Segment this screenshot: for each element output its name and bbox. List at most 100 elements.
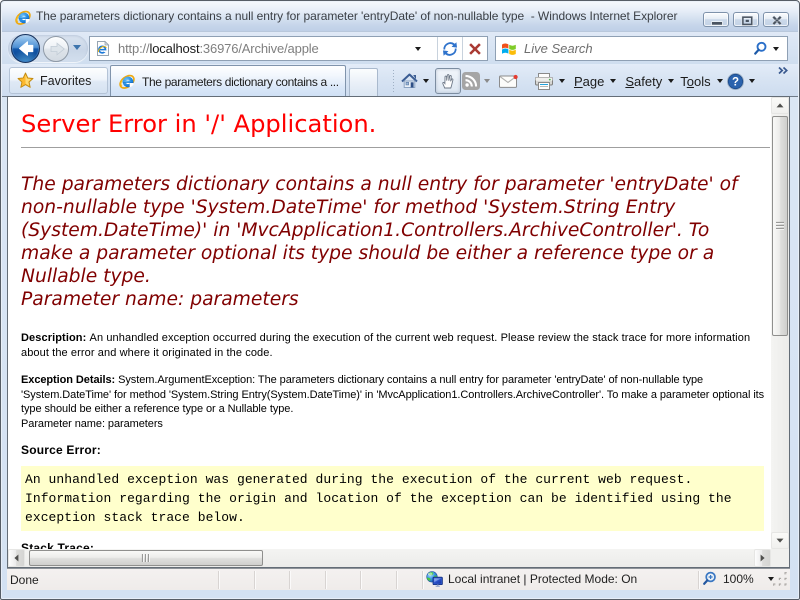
search-icon[interactable]: [752, 40, 769, 57]
description-text: An unhandled exception occurred during t…: [21, 332, 750, 359]
mail-icon: [498, 73, 519, 89]
horizontal-scroll-thumb[interactable]: [29, 550, 263, 566]
exception-details-section: Exception Details: System.ArgumentExcept…: [21, 373, 771, 431]
active-tab[interactable]: The parameters dictionary contains a ...: [110, 65, 346, 97]
tools-menu[interactable]: Tools: [680, 68, 722, 94]
forward-arrow-icon: [44, 37, 68, 61]
recent-pages-dropdown[interactable]: [73, 45, 81, 50]
page-menu[interactable]: Page: [574, 68, 616, 94]
description-section: Description: An unhandled exception occu…: [21, 331, 766, 360]
safety-menu-label: Safety: [625, 74, 662, 89]
intranet-zone-icon: [426, 571, 443, 587]
hand-tool-button[interactable]: [435, 68, 461, 94]
scroll-up-button[interactable]: [771, 97, 789, 114]
favorites-button[interactable]: Favorites: [9, 67, 108, 94]
safety-menu[interactable]: Safety: [625, 68, 674, 94]
page-menu-label: Page: [574, 74, 604, 89]
url-host: localhost: [149, 41, 199, 56]
tab-title: The parameters dictionary contains a ...: [142, 75, 339, 89]
vertical-scrollbar[interactable]: [771, 97, 789, 549]
source-error-box: An unhandled exception was generated dur…: [21, 466, 764, 531]
minimize-icon: [704, 13, 731, 29]
navigation-bar: http://localhost:36976/Archive/apple Liv…: [2, 31, 798, 64]
new-tab-button[interactable]: [349, 68, 378, 96]
page-favicon-icon: [94, 40, 111, 57]
exception-message: The parameters dictionary contains a nul…: [21, 173, 761, 311]
exception-details-parameter: Parameter name: parameters: [21, 418, 163, 430]
browser-viewport: Server Error in '/' Application. The par…: [7, 96, 790, 568]
search-options-dropdown[interactable]: [773, 47, 779, 51]
back-arrow-icon: [12, 35, 39, 62]
search-box[interactable]: Live Search: [495, 36, 788, 61]
help-button[interactable]: ?: [726, 68, 755, 94]
maximize-icon: [734, 13, 761, 29]
message-text: The parameters dictionary contains a nul…: [21, 174, 738, 287]
toolbar-overflow-chevron[interactable]: [776, 65, 790, 77]
exception-details-label: Exception Details:: [21, 374, 118, 386]
scroll-left-button[interactable]: [8, 549, 25, 567]
help-menu-caret: [749, 79, 755, 83]
command-bar: Page Safety Tools ?: [400, 67, 794, 95]
tab-bar: Favorites The parameters dictionary cont…: [2, 64, 798, 97]
page-body: Server Error in '/' Application. The par…: [21, 97, 765, 549]
zoom-icon: [701, 571, 717, 587]
home-dropdown[interactable]: [423, 79, 429, 83]
error-page: Server Error in '/' Application. The par…: [8, 97, 771, 549]
maximize-button[interactable]: [733, 12, 759, 27]
exception-parameter: Parameter name: parameters: [21, 289, 299, 310]
heading-rule: [21, 147, 770, 148]
zoom-control[interactable]: 100%: [701, 571, 774, 587]
status-text: Done: [10, 573, 39, 587]
stop-button[interactable]: [466, 40, 484, 58]
hand-icon: [439, 72, 457, 90]
read-mail-button[interactable]: [498, 68, 519, 94]
title-bar: The parameters dictionary contains a nul…: [2, 2, 798, 31]
vertical-scroll-thumb[interactable]: [772, 116, 788, 336]
window-controls: [699, 12, 789, 27]
printer-icon: [533, 72, 555, 91]
zone-text: Local intranet | Protected Mode: On: [448, 572, 637, 586]
feeds-button[interactable]: [461, 68, 481, 94]
live-search-flag-icon: [501, 41, 517, 57]
favorites-label: Favorites: [40, 74, 91, 88]
scrollbar-corner: [771, 549, 789, 567]
safety-menu-caret: [668, 79, 674, 83]
address-dropdown[interactable]: [415, 47, 421, 51]
home-icon: [400, 72, 419, 90]
address-bar[interactable]: http://localhost:36976/Archive/apple: [89, 36, 488, 61]
forward-button[interactable]: [43, 36, 69, 62]
horizontal-scrollbar[interactable]: [8, 549, 771, 567]
svg-text:?: ?: [732, 76, 739, 88]
print-dropdown[interactable]: [559, 79, 565, 83]
home-button[interactable]: [400, 68, 419, 94]
browser-window: The parameters dictionary contains a nul…: [0, 0, 800, 600]
minimize-button[interactable]: [703, 12, 729, 27]
feeds-dropdown[interactable]: [484, 79, 490, 83]
description-label: Description:: [21, 332, 90, 344]
url-path: :36976/Archive/apple: [199, 41, 318, 56]
help-icon: ?: [726, 72, 745, 91]
scroll-right-button[interactable]: [754, 549, 771, 567]
tab-favicon-icon: [119, 73, 136, 90]
favorites-star-icon: [17, 72, 34, 89]
url-text: http://localhost:36976/Archive/apple: [118, 41, 319, 56]
zoom-level: 100%: [723, 572, 754, 586]
search-input[interactable]: Live Search: [524, 41, 752, 56]
back-button[interactable]: [11, 34, 40, 63]
page-title: Server Error in '/' Application.: [21, 110, 765, 138]
status-bar: Done: [7, 568, 790, 590]
source-error-label: Source Error:: [21, 443, 765, 457]
print-button[interactable]: [533, 68, 555, 94]
ie-logo-icon: [15, 9, 32, 26]
security-zone: Local intranet | Protected Mode: On: [426, 571, 637, 587]
tools-menu-caret: [717, 79, 723, 83]
tools-menu-label: Tools: [680, 74, 710, 89]
stack-trace-label: Stack Trace:: [21, 541, 765, 549]
close-button[interactable]: [763, 12, 789, 27]
resize-grip[interactable]: [772, 571, 789, 588]
exception-details-text: System.ArgumentException: The parameters…: [21, 374, 764, 415]
close-icon: [764, 13, 790, 28]
scroll-down-button[interactable]: [771, 532, 789, 549]
refresh-button[interactable]: [441, 40, 459, 58]
window-title: The parameters dictionary contains a nul…: [36, 9, 677, 23]
